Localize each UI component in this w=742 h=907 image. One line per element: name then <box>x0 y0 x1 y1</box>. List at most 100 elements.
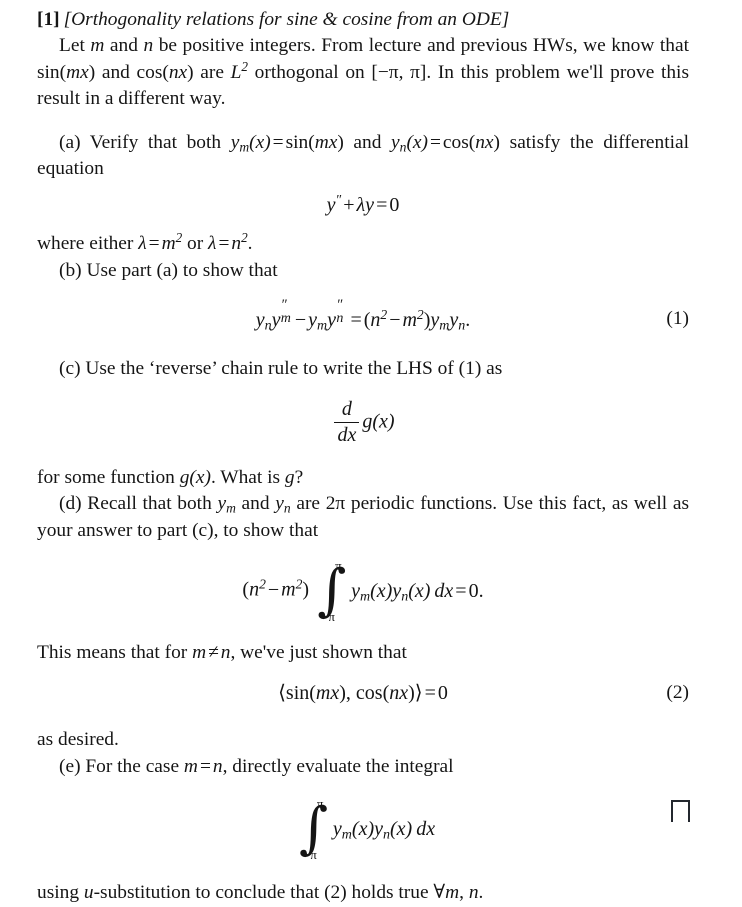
part-b-text: Use part (a) to show that <box>81 259 278 281</box>
eq1-yn2: y <box>449 309 459 332</box>
part-a-yn: y <box>391 131 400 153</box>
where-end: . <box>247 233 253 255</box>
ddx-g-arg: (x) <box>372 410 395 433</box>
final-u: u <box>83 882 94 904</box>
eq1-ym-doubleprime: y ″ m <box>271 297 293 332</box>
means-post: , we've just shown that <box>230 642 407 664</box>
part-e-equals: = <box>199 755 211 777</box>
eq2-cos-arg: nx <box>389 682 409 705</box>
equation-1: yny ″ m − ymy ″ n = (n2− m2)ymyn. (1) <box>37 297 689 334</box>
eq1-yn-doubleprime: y ″ n <box>327 297 348 332</box>
part-d-yn-sub: n <box>283 500 291 516</box>
eq1-ym: y <box>308 309 318 332</box>
final-pre: using <box>37 882 84 904</box>
equation-ode: y″ + λy = 0 <box>37 193 689 217</box>
where-pre: where either <box>37 233 139 255</box>
final-comma: , <box>459 882 469 904</box>
ddx-g: g <box>362 410 373 433</box>
eq1-m: m <box>402 309 417 332</box>
eq2-equals: = <box>424 682 436 705</box>
derivative-fraction: d dx <box>334 397 360 447</box>
part-c-text: Use the ‘reverse’ chain rule to write th… <box>80 358 503 380</box>
eq1-yn-sub2: n <box>336 311 344 326</box>
eq2-sin-close: ) <box>339 682 346 705</box>
part-d-ym: y <box>217 493 227 515</box>
part-d-label: (d) <box>59 493 82 515</box>
integral-sign-e: ∫ π −π <box>297 796 331 862</box>
final-end: . <box>478 882 484 904</box>
integral-sign-d: ∫ π −π <box>315 558 349 624</box>
part-e-paragraph: (e) For the case m = n, directly evaluate … <box>37 754 689 780</box>
part-a-yn-arg: (x) <box>406 131 428 153</box>
intd-dx: dx <box>434 579 454 602</box>
eq1-ym-base: y <box>271 309 281 332</box>
eq1-ym-sub2: m <box>280 311 291 326</box>
part-c-g: g <box>179 466 190 488</box>
equation-ddx-g: d dx g(x) <box>37 397 689 447</box>
eq2-cos-close: ) <box>408 682 415 705</box>
equation-number-2: (2) <box>666 681 689 703</box>
part-d-yn: y <box>275 493 284 515</box>
part-c-after-mid: . What is <box>210 466 285 488</box>
inte-ym-arg: (x) <box>351 817 375 840</box>
document-page: [1] [Orthogonality relations for sine & c… <box>0 0 742 903</box>
eq1-yn-sub: n <box>264 318 272 334</box>
eq1-equals: = <box>350 309 362 332</box>
intro-text-3: be positive integers. From lecture and p… <box>153 35 689 57</box>
eq1-n: n <box>370 309 381 332</box>
part-c-followup: for some function g(x). What is g? <box>37 465 689 491</box>
eq2-zero: 0 <box>437 682 448 705</box>
intro-sin-fn: sin( <box>37 61 67 83</box>
ode-plus: + <box>343 194 355 217</box>
where-n-exp: 2 <box>241 230 248 246</box>
eq2-close-angle: ⟩ <box>414 682 423 705</box>
where-m: m <box>161 233 176 255</box>
part-c-g-arg: (x) <box>189 466 211 488</box>
intro-var-n: n <box>143 35 154 57</box>
part-d-ym-sub: m <box>226 500 236 516</box>
eq2-sin: sin( <box>285 682 316 705</box>
part-a-cos-arg: nx <box>475 131 494 153</box>
intd-ym-arg: (x) <box>370 579 393 602</box>
inte-yn-arg: (x) <box>390 817 413 840</box>
means-m: m <box>192 642 207 664</box>
intro-cos-arg: nx <box>168 61 188 83</box>
intd-close: ) <box>302 578 310 601</box>
eq1-m-exp: 2 <box>416 307 424 323</box>
final-n: n <box>468 882 479 904</box>
part-e-label: (e) <box>59 755 81 777</box>
ode-zero: 0 <box>389 194 400 217</box>
forall-symbol: ∀ <box>433 882 446 904</box>
inte-yn-sub: n <box>383 827 390 843</box>
part-d-text-pre: Recall that both <box>81 493 218 515</box>
intro-text-1: Let <box>59 35 91 57</box>
part-e-n: n <box>212 755 223 777</box>
ode-lambda: λ <box>356 194 366 217</box>
eq1-minus-1: − <box>294 309 307 332</box>
intro-text-4: and <box>95 61 137 83</box>
intd-minus: − <box>267 578 280 601</box>
intd-yn-arg: (x) <box>408 579 431 602</box>
part-e-m: m <box>183 755 198 777</box>
equation-integral-e: ∫ π −π ym(x)yn(x) dx <box>37 796 689 862</box>
part-a-cos: cos( <box>442 131 476 153</box>
l-space-exponent: 2 <box>241 58 248 74</box>
eq1-ym2: y <box>430 309 440 332</box>
means-neq: ≠ <box>208 642 219 664</box>
eq2-cos: cos( <box>355 682 390 705</box>
problem-heading: [1] [Orthogonality relations for sine & c… <box>37 7 689 33</box>
part-a-sin: sin( <box>285 131 315 153</box>
intro-paragraph: Let m and n be positive integers. From l… <box>37 33 689 112</box>
intro-sin-arg: mx <box>66 61 89 83</box>
intro-cos-fn: cos( <box>136 61 169 83</box>
part-c-paragraph: (c) Use the ‘reverse’ chain rule to writ… <box>37 356 689 382</box>
intd-n-exp: 2 <box>259 576 266 592</box>
where-or: or <box>182 233 209 255</box>
intro-text-5: are <box>193 61 231 83</box>
eq1-yn: y <box>255 309 265 332</box>
eq1-period: . <box>465 309 471 332</box>
part-c-after-end: ? <box>294 466 304 488</box>
fraction-numerator: d <box>341 397 352 420</box>
part-a-ym-sub: m <box>239 139 250 155</box>
as-desired-line: as desired. <box>37 727 689 753</box>
